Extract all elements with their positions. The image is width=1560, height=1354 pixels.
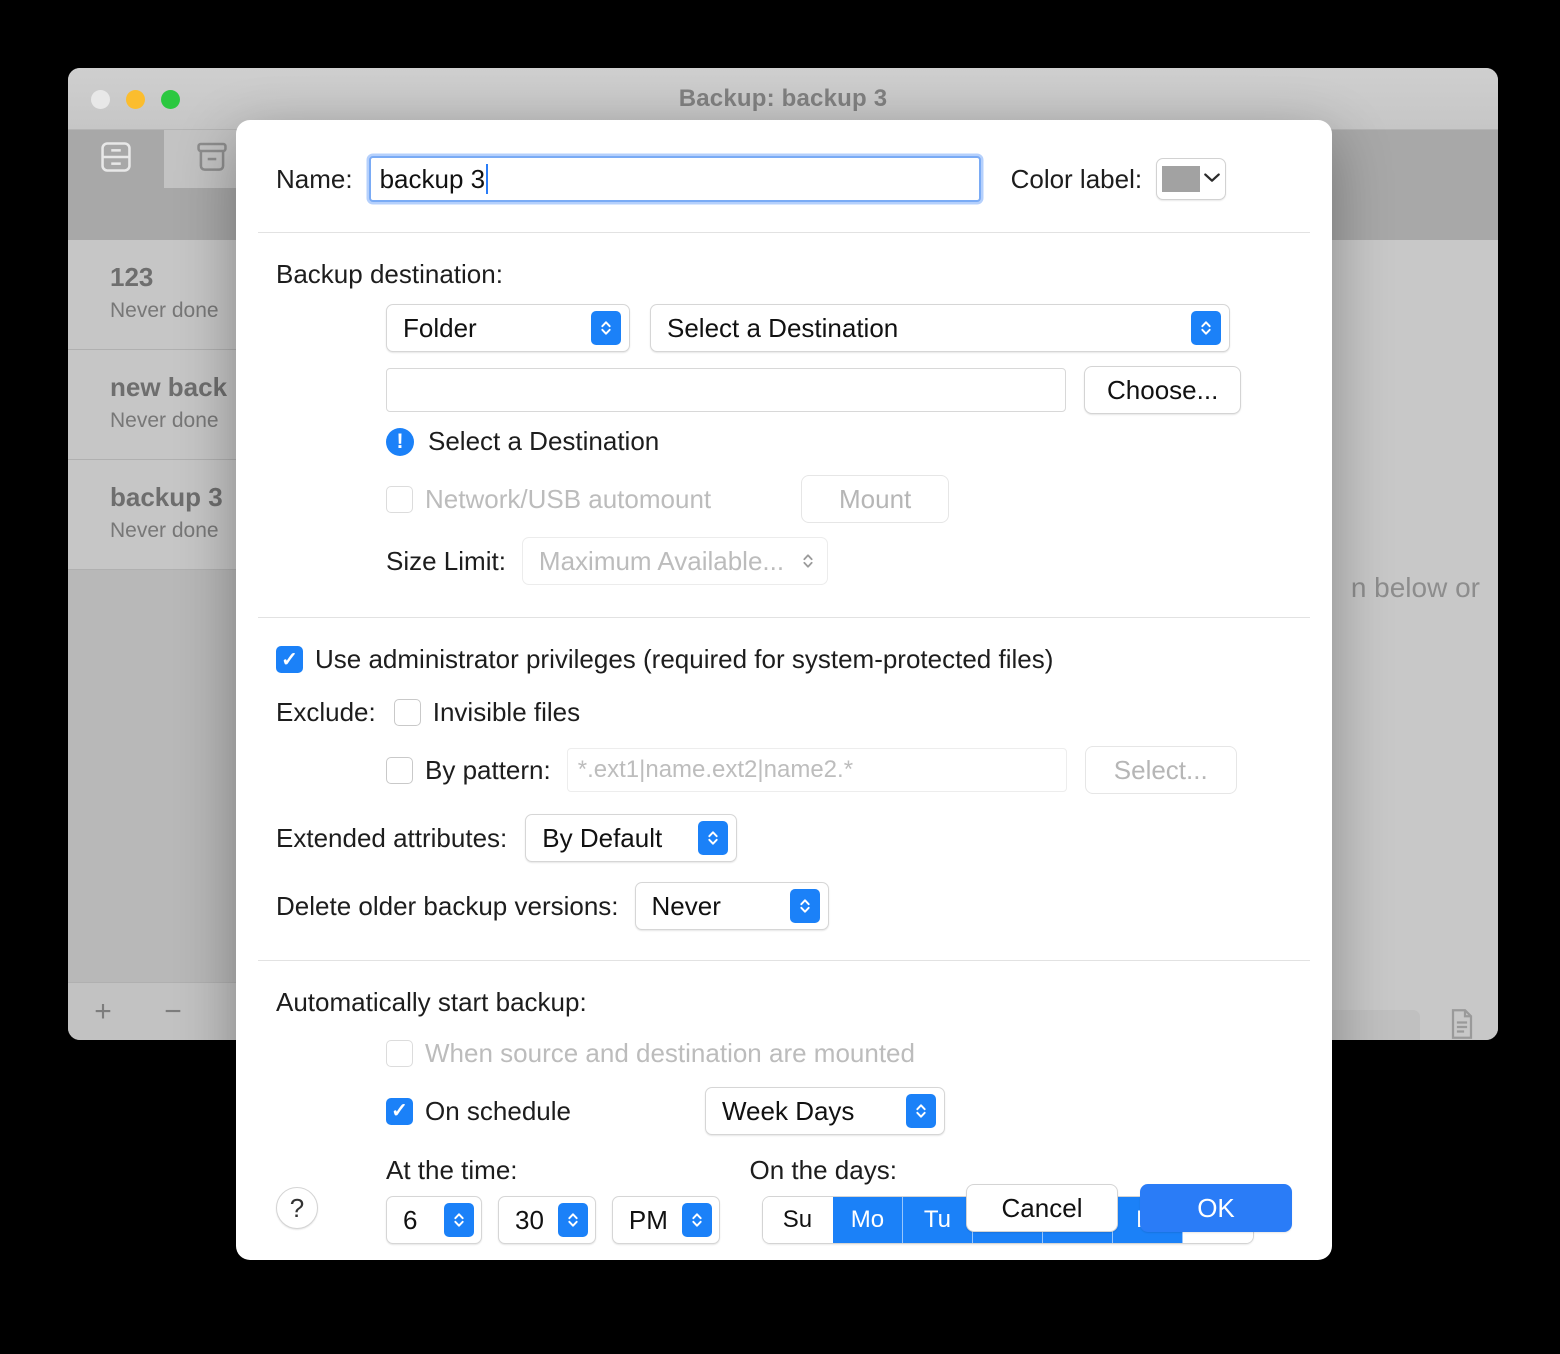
extended-attributes-value: By Default [542, 822, 663, 853]
on-schedule-checkbox[interactable]: ✓ [386, 1097, 413, 1125]
by-pattern-checkbox[interactable] [386, 756, 413, 784]
color-swatch [1162, 166, 1201, 192]
stepper-chevrons-icon [797, 544, 819, 578]
name-row: Name: backup 3 Color label: [236, 120, 1332, 232]
archive-box-icon [193, 138, 231, 181]
automount-checkbox[interactable] [386, 485, 413, 513]
extended-attributes-select[interactable]: By Default [525, 814, 738, 862]
schedule-frequency-value: Week Days [721, 1095, 855, 1126]
size-limit-select[interactable]: Maximum Available... [521, 537, 828, 585]
ok-button[interactable]: OK [1140, 1184, 1292, 1232]
pattern-placeholder: *.ext1|name.ext2|name2.* [577, 756, 854, 783]
tab-backups[interactable] [68, 130, 164, 188]
stepper-chevrons-icon [905, 1094, 936, 1128]
exclude-label: Exclude: [276, 697, 376, 727]
document-icon[interactable] [1444, 1006, 1480, 1040]
destination-path-input[interactable] [386, 368, 1066, 412]
size-limit-value: Maximum Available... [538, 545, 785, 576]
color-label-text: Color label: [1010, 163, 1143, 194]
pattern-input[interactable]: *.ext1|name.ext2|name2.* [566, 748, 1067, 792]
automount-label: Network/USB automount [425, 483, 712, 514]
admin-privileges-label: Use administrator privileges (required f… [315, 644, 1054, 674]
check-icon: ✓ [391, 1100, 408, 1122]
dialog-footer: ? Cancel OK [236, 1156, 1332, 1260]
color-label-group: Color label: [1011, 158, 1227, 200]
alert-icon: ! [386, 427, 414, 456]
invisible-files-checkbox[interactable] [393, 699, 421, 726]
invisible-files-label: Invisible files [432, 697, 581, 727]
admin-privileges-checkbox[interactable]: ✓ [276, 646, 303, 673]
select-pattern-button[interactable]: Select... [1084, 746, 1237, 794]
when-mounted-label: When source and destination are mounted [425, 1038, 915, 1068]
remove-backup-button[interactable]: − [138, 996, 208, 1027]
destination-warning: ! Select a Destination [386, 426, 1292, 457]
delete-older-versions-value: Never [651, 890, 721, 921]
mount-button[interactable]: Mount [801, 475, 950, 523]
delete-older-versions-label: Delete older backup versions: [276, 890, 619, 921]
color-label-picker[interactable] [1156, 158, 1227, 200]
background-side-icon-group [1444, 1006, 1480, 1040]
destination-type-select[interactable]: Folder [386, 304, 630, 352]
destination-target-select[interactable]: Select a Destination [650, 304, 1230, 352]
stepper-chevrons-icon [698, 821, 729, 855]
backup-settings-dialog: Name: backup 3 Color label: Backup desti… [236, 120, 1332, 1260]
destination-type-value: Folder [403, 312, 477, 343]
check-icon: ✓ [281, 648, 298, 671]
add-backup-button[interactable]: + [68, 996, 138, 1027]
on-schedule-label: On schedule [425, 1095, 571, 1126]
schedule-frequency-select[interactable]: Week Days [704, 1087, 945, 1135]
cancel-button[interactable]: Cancel [966, 1184, 1118, 1232]
options-section: ✓ Use administrator privileges (required… [236, 618, 1332, 942]
stepper-chevrons-icon [591, 311, 621, 345]
name-input[interactable]: backup 3 [368, 156, 981, 202]
destination-warning-text: Select a Destination [428, 426, 660, 456]
extended-attributes-label: Extended attributes: [276, 822, 508, 853]
backup-destination-section: Backup destination: Folder Select a Dest… [236, 233, 1332, 597]
background-instruction-text: n below or [1350, 572, 1480, 603]
choose-button[interactable]: Choose... [1084, 366, 1242, 414]
drawer-icon [97, 138, 135, 181]
backup-destination-label: Backup destination: [276, 259, 503, 289]
destination-target-value: Select a Destination [667, 312, 899, 343]
delete-older-versions-select[interactable]: Never [634, 882, 829, 930]
name-label: Name: [276, 163, 353, 194]
when-mounted-checkbox[interactable] [386, 1040, 413, 1067]
by-pattern-label: By pattern: [425, 754, 551, 785]
schedule-title: Automatically start backup: [276, 987, 587, 1017]
stepper-chevrons-icon [789, 889, 820, 923]
stepper-chevrons-icon [1191, 311, 1221, 345]
chevron-down-icon [1204, 170, 1220, 188]
size-limit-label: Size Limit: [386, 545, 506, 576]
text-caret [486, 164, 489, 194]
help-button[interactable]: ? [276, 1187, 318, 1229]
name-input-value: backup 3 [379, 163, 486, 194]
